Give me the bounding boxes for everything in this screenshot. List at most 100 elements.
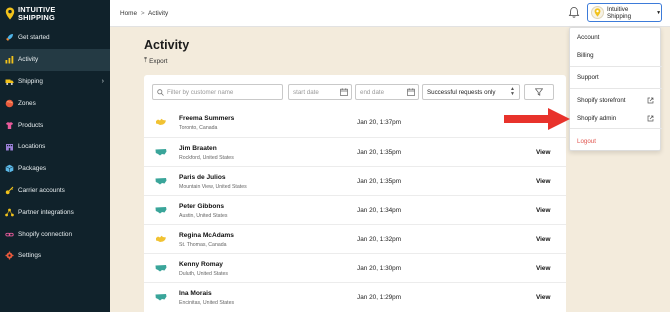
external-link-icon — [647, 97, 654, 104]
view-link[interactable]: View — [536, 149, 550, 156]
view-link[interactable]: View — [536, 178, 550, 185]
menu-item-shopify-admin[interactable]: Shopify admin — [577, 115, 616, 122]
request-date: Jan 20, 1:37pm — [357, 119, 402, 126]
request-date: Jan 20, 1:35pm — [357, 149, 402, 156]
globe-icon — [5, 99, 14, 108]
store-menu-button[interactable]: Intuitive Shipping ▼ — [587, 3, 662, 22]
sidebar-item-get-started[interactable]: Get started — [0, 27, 110, 49]
customer-name: Paris de Julios — [179, 174, 226, 181]
menu-divider — [570, 66, 662, 67]
activity-row[interactable]: Freema Summers Toronto, Canada Jan 20, 1… — [144, 108, 566, 137]
request-date: Jan 20, 1:34pm — [357, 207, 402, 214]
customer-name: Regina McAdams — [179, 232, 234, 239]
rocket-icon — [5, 33, 14, 42]
customer-location: Encinitas, United States — [179, 300, 235, 306]
customer-location: Duluth, United States — [179, 271, 229, 277]
sidebar-item-shipping[interactable]: Shipping › — [0, 71, 110, 93]
search-icon — [157, 88, 164, 96]
location-pin-icon — [5, 7, 15, 20]
store-name: Intuitive Shipping — [606, 5, 632, 20]
customer-name: Jim Braaten — [179, 145, 217, 152]
sidebar-item-partner-integrations[interactable]: Partner integrations — [0, 201, 110, 223]
brand-name: INTUITIVE SHIPPING — [18, 6, 56, 21]
export-link[interactable]: ⤒ Export — [144, 57, 168, 65]
caret-down-icon: ▼ — [656, 9, 662, 16]
filter-button[interactable] — [524, 84, 554, 100]
sidebar-item-label: Locations — [18, 143, 46, 151]
menu-item-account[interactable]: Account — [577, 34, 599, 41]
sidebar-item-label: Products — [18, 121, 44, 129]
view-link[interactable]: View — [536, 207, 550, 214]
end-date-placeholder: end date — [360, 88, 385, 96]
location-pin-icon — [594, 8, 601, 17]
canada-map-icon — [156, 235, 166, 242]
sidebar-item-zones[interactable]: Zones — [0, 92, 110, 114]
customer-name: Peter Gibbons — [179, 203, 225, 210]
view-link[interactable]: View — [536, 265, 550, 272]
sidebar-item-locations[interactable]: Locations — [0, 136, 110, 158]
customer-location: Austin, United States — [179, 213, 228, 219]
sidebar-item-carrier-accounts[interactable]: Carrier accounts — [0, 180, 110, 202]
link-icon — [5, 230, 14, 239]
activity-row[interactable]: Ina Morais Encinitas, United States Jan … — [144, 282, 566, 311]
menu-item-billing[interactable]: Billing — [577, 52, 594, 59]
box-icon — [5, 164, 14, 173]
sidebar-item-activity[interactable]: Activity — [0, 48, 110, 71]
usa-map-icon — [155, 149, 167, 156]
activity-row[interactable]: Regina McAdams St. Thomas, Canada Jan 20… — [144, 224, 566, 253]
sidebar-item-label: Activity — [18, 56, 39, 64]
network-icon — [5, 208, 14, 217]
sidebar-item-shopify-connection[interactable]: Shopify connection — [0, 223, 110, 245]
sidebar-item-settings[interactable]: Settings — [0, 245, 110, 267]
brand-line-2: SHIPPING — [18, 12, 55, 22]
customer-location: Toronto, Canada — [179, 125, 218, 131]
brand-logo[interactable]: INTUITIVE SHIPPING — [0, 0, 110, 27]
usa-map-icon — [155, 265, 167, 272]
start-date-input[interactable]: start date — [288, 84, 352, 100]
usa-map-icon — [155, 178, 167, 185]
sidebar-nav: Get started Activity Shipping › Zones Pr… — [0, 27, 110, 267]
menu-divider — [570, 88, 662, 89]
sidebar-item-label: Get started — [18, 34, 50, 42]
export-label: Export — [149, 57, 168, 65]
breadcrumb-home[interactable]: Home — [120, 10, 137, 17]
shirt-icon — [5, 121, 14, 130]
page-title: Activity — [144, 38, 190, 52]
request-date: Jan 20, 1:29pm — [357, 294, 402, 301]
store-dropdown-menu: Account Billing Support Shopify storefro… — [569, 27, 662, 151]
building-icon — [5, 142, 14, 151]
view-link[interactable]: View — [536, 294, 550, 301]
store-avatar — [591, 6, 604, 19]
sidebar-item-packages[interactable]: Packages — [0, 158, 110, 180]
customer-search-input[interactable]: Filter by customer name — [152, 84, 283, 100]
bell-icon[interactable] — [568, 6, 580, 19]
request-date: Jan 20, 1:35pm — [357, 178, 402, 185]
search-placeholder: Filter by customer name — [167, 88, 234, 96]
customer-location: St. Thomas, Canada — [179, 242, 227, 248]
sidebar-item-products[interactable]: Products — [0, 114, 110, 136]
usa-map-icon — [155, 294, 167, 301]
activity-row[interactable]: Peter Gibbons Austin, United States Jan … — [144, 195, 566, 224]
customer-location: Rockford, United States — [179, 155, 234, 161]
sidebar-item-label: Partner integrations — [18, 208, 74, 216]
customer-name: Freema Summers — [179, 115, 235, 122]
end-date-input[interactable]: end date — [355, 84, 419, 100]
status-select[interactable]: Successful requests only ▲ ▼ — [422, 84, 520, 100]
customer-location: Mountain View, United States — [179, 184, 247, 190]
activity-row[interactable]: Paris de Julios Mountain View, United St… — [144, 166, 566, 195]
activity-icon — [5, 55, 14, 64]
select-arrows-icon: ▲ ▼ — [510, 86, 515, 97]
menu-item-shopify-storefront[interactable]: Shopify storefront — [577, 97, 626, 104]
activity-row[interactable]: Kenny Romay Duluth, United States Jan 20… — [144, 253, 566, 282]
red-arrow-annotation — [504, 108, 570, 130]
sidebar-item-label: Shipping — [18, 77, 43, 85]
request-date: Jan 20, 1:32pm — [357, 236, 402, 243]
sidebar-item-label: Settings — [18, 252, 42, 260]
menu-item-support[interactable]: Support — [577, 74, 599, 81]
sidebar-item-label: Zones — [18, 99, 36, 107]
chevron-right-icon: › — [101, 77, 104, 85]
activity-row[interactable]: Jim Braaten Rockford, United States Jan … — [144, 137, 566, 166]
sidebar-item-label: Carrier accounts — [18, 186, 65, 194]
menu-item-logout[interactable]: Logout — [577, 138, 596, 145]
view-link[interactable]: View — [536, 236, 550, 243]
